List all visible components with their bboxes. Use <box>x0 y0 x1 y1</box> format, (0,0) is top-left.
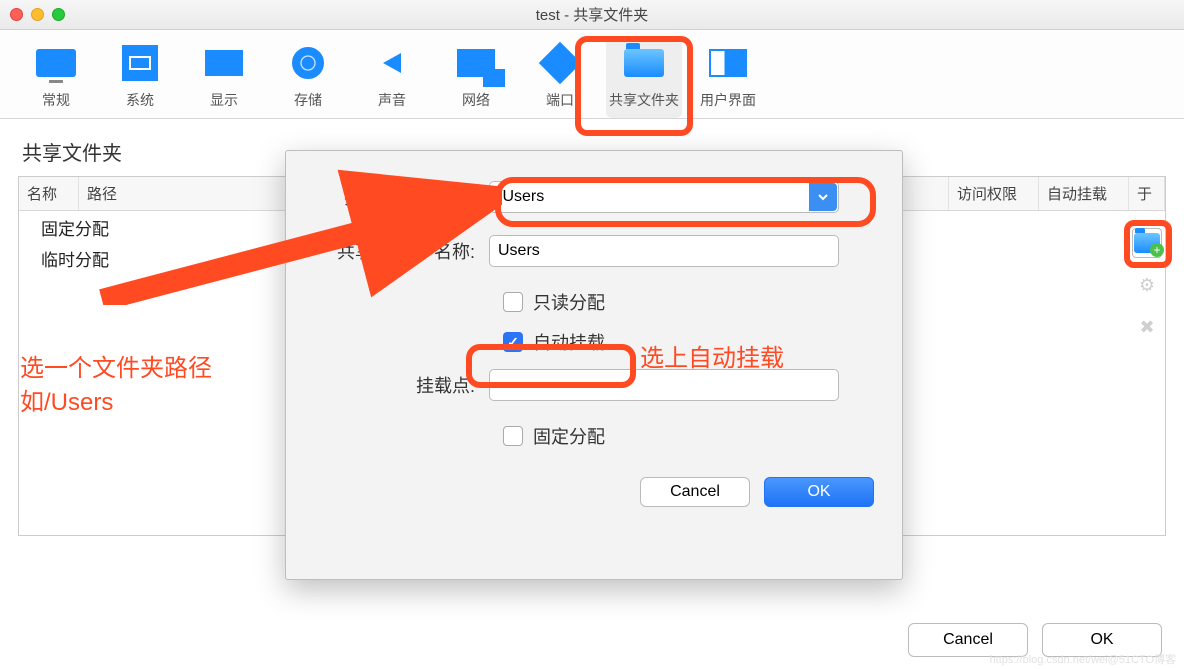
tab-network[interactable]: 网络 <box>438 38 514 118</box>
readonly-label: 只读分配 <box>533 289 605 315</box>
automount-checkbox[interactable] <box>503 332 523 352</box>
tab-label: 声音 <box>378 90 406 110</box>
folder-plus-icon <box>1134 233 1160 253</box>
tab-general[interactable]: 常规 <box>18 38 94 118</box>
window-title: test - 共享文件夹 <box>0 4 1184 25</box>
path-combobox[interactable]: /Users <box>489 181 839 213</box>
col-name[interactable]: 名称 <box>19 177 79 210</box>
dialog-ok-button[interactable]: OK <box>764 477 874 507</box>
chevron-down-icon[interactable] <box>809 183 837 211</box>
ui-icon <box>709 49 747 77</box>
chip-icon <box>122 45 158 81</box>
path-value: /Users <box>498 188 544 206</box>
tab-system[interactable]: 系统 <box>102 38 178 118</box>
side-actions: ⚙ ✖ <box>1132 228 1162 342</box>
tab-storage[interactable]: 存储 <box>270 38 346 118</box>
disk-icon <box>292 47 324 79</box>
tab-label: 显示 <box>210 90 238 110</box>
folder-icon <box>624 49 664 77</box>
readonly-checkbox[interactable] <box>503 292 523 312</box>
tab-audio[interactable]: 声音 <box>354 38 430 118</box>
name-input[interactable]: Users <box>489 235 839 267</box>
col-auto[interactable]: 自动挂载 <box>1039 177 1129 210</box>
name-value: Users <box>498 242 540 260</box>
tab-label: 端口 <box>546 90 574 110</box>
label-name: 共享文件 名称: <box>314 238 489 264</box>
tab-label: 共享文件夹 <box>609 90 679 110</box>
col-at[interactable]: 于 <box>1129 177 1165 210</box>
tab-label: 存储 <box>294 90 322 110</box>
tab-shared-folders[interactable]: 共享文件夹 <box>606 38 682 118</box>
tab-display[interactable]: 显示 <box>186 38 262 118</box>
display-icon <box>205 50 243 76</box>
mountpoint-input[interactable] <box>489 369 839 401</box>
watermark: https://blog.csdn.net/wei@51CTO博客 <box>990 651 1176 667</box>
network-icon <box>457 49 495 77</box>
add-folder-button[interactable] <box>1132 228 1162 258</box>
add-share-dialog: 共享文件夹路径: /Users 共享文件 名称: Users 只读分配 自动挂载… <box>285 150 903 580</box>
edit-folder-button: ⚙ <box>1132 270 1162 300</box>
speaker-icon <box>383 53 401 73</box>
gear-icon: ⚙ <box>1139 275 1155 296</box>
tab-ui[interactable]: 用户界面 <box>690 38 766 118</box>
tab-label: 网络 <box>462 90 490 110</box>
titlebar: test - 共享文件夹 <box>0 0 1184 30</box>
row-label: 固定分配 <box>19 211 119 242</box>
remove-folder-button: ✖ <box>1132 312 1162 342</box>
label-mountpoint: 挂载点: <box>314 372 489 398</box>
fixed-label: 固定分配 <box>533 423 605 449</box>
monitor-icon <box>36 49 76 77</box>
label-path: 共享文件夹路径: <box>314 184 489 210</box>
tab-label: 用户界面 <box>700 90 756 110</box>
toolbar: 常规 系统 显示 存储 声音 网络 端口 共享文件夹 用户界面 <box>0 30 1184 119</box>
tab-label: 常规 <box>42 90 70 110</box>
dialog-cancel-button[interactable]: Cancel <box>640 477 750 507</box>
port-icon <box>539 42 581 84</box>
col-perm[interactable]: 访问权限 <box>949 177 1039 210</box>
row-label: 临时分配 <box>19 242 119 273</box>
automount-label: 自动挂载 <box>533 329 605 355</box>
remove-icon: ✖ <box>1139 317 1154 338</box>
tab-label: 系统 <box>126 90 154 110</box>
tab-ports[interactable]: 端口 <box>522 38 598 118</box>
fixed-checkbox[interactable] <box>503 426 523 446</box>
